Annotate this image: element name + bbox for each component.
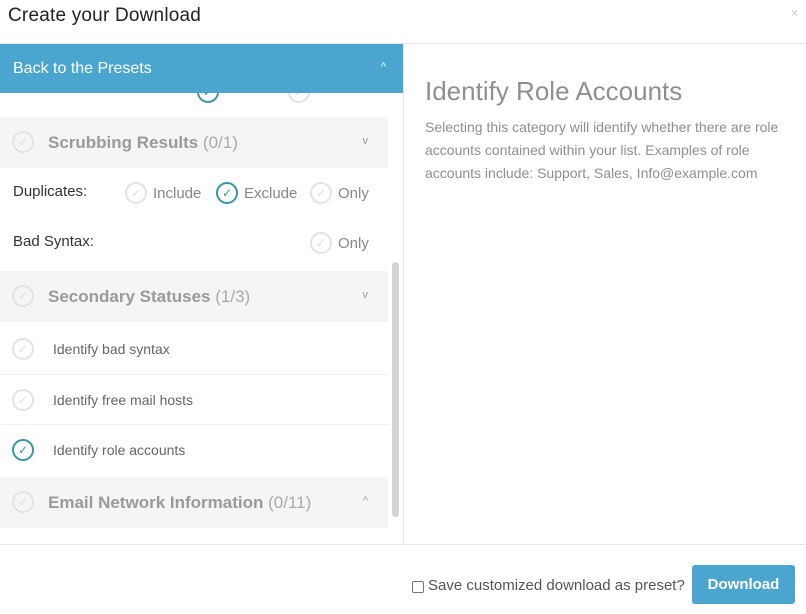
radio-check-icon[interactable]: ✓	[310, 232, 332, 254]
back-to-presets-button[interactable]: Back to the Presets ^	[0, 44, 403, 93]
section-check-icon[interactable]: ✓	[12, 285, 34, 307]
list-item-identify-free-mail-hosts[interactable]: ✓ Identify free mail hosts	[0, 374, 388, 424]
duplicates-label: Duplicates:	[13, 183, 88, 200]
check-circle-icon[interactable]: ✓	[12, 389, 34, 411]
dialog-header: Create your Download ×	[0, 0, 806, 44]
chevron-up-icon: ^	[380, 61, 386, 73]
check-circle-icon[interactable]: ✓	[197, 93, 219, 103]
section-email-network-information[interactable]: ✓ Email Network Information (0/11) ^	[0, 477, 388, 528]
detail-panel: Identify Role Accounts Selecting this ca…	[405, 44, 806, 544]
list-item-identify-role-accounts[interactable]: ✓ Identify role accounts	[0, 424, 388, 474]
dialog-footer: Save customized download as preset? Down…	[0, 544, 806, 614]
radio-check-icon[interactable]: ✓	[310, 182, 332, 204]
detail-heading: Identify Role Accounts	[425, 76, 683, 106]
section-title: Secondary Statuses (1/3)	[48, 287, 251, 306]
check-circle-icon[interactable]: ✓	[12, 439, 34, 461]
save-preset-label[interactable]: Save customized download as preset?	[428, 577, 685, 594]
check-circle-icon[interactable]: ✓	[12, 338, 34, 360]
bad-syntax-label: Bad Syntax:	[13, 233, 94, 250]
radio-check-icon[interactable]: ✓	[216, 182, 238, 204]
section-check-icon[interactable]: ✓	[12, 491, 34, 513]
section-check-icon[interactable]: ✓	[12, 131, 34, 153]
dialog-title: Create your Download	[8, 5, 202, 26]
chevron-down-icon[interactable]: v	[363, 135, 369, 147]
radio-check-icon[interactable]: ✓	[125, 182, 147, 204]
chevron-up-icon[interactable]: ^	[363, 495, 368, 507]
close-icon[interactable]: ×	[791, 6, 798, 20]
options-scroll-area[interactable]: ✓ ✓ ✓ Scrubbing Results (0/1) v Duplicat…	[0, 93, 388, 544]
back-to-presets-label: Back to the Presets	[13, 60, 152, 77]
detail-description: Selecting this category will identify wh…	[425, 119, 779, 181]
check-circle-icon[interactable]: ✓	[288, 93, 310, 103]
bad-syntax-row: Bad Syntax: ✓ Only	[13, 232, 369, 254]
save-preset-checkbox[interactable]	[412, 581, 424, 593]
options-panel: Back to the Presets ^ ✓ ✓ ✓ Scrubbing Re…	[0, 44, 404, 544]
list-item-identify-bad-syntax[interactable]: ✓ Identify bad syntax	[0, 324, 388, 374]
section-secondary-statuses[interactable]: ✓ Secondary Statuses (1/3) v	[0, 271, 388, 322]
duplicates-row: Duplicates: ✓ Include ✓ Exclude ✓ Only	[13, 182, 369, 204]
section-title: Scrubbing Results (0/1)	[48, 133, 238, 152]
download-button[interactable]: Download	[692, 565, 795, 604]
section-title: Email Network Information (0/11)	[48, 493, 312, 512]
section-scrubbing-results[interactable]: ✓ Scrubbing Results (0/1) v	[0, 117, 388, 168]
chevron-down-icon[interactable]: v	[363, 289, 369, 301]
scrollbar-thumb[interactable]	[392, 262, 399, 517]
